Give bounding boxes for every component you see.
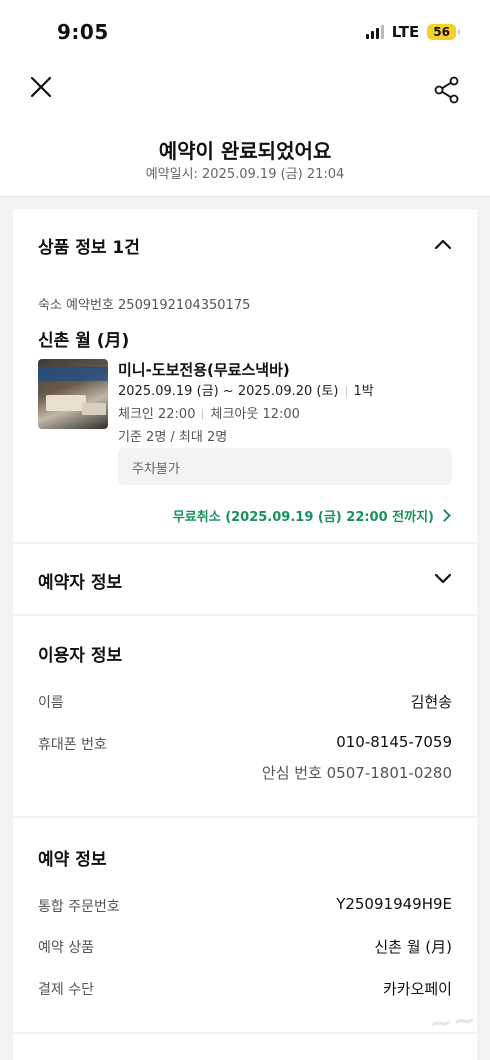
watermark-logo: ~~ [427, 1002, 478, 1041]
product-label: 예약 상품 [38, 940, 94, 956]
payment-method-value: 카카오페이 [382, 980, 452, 998]
checkin-checkout: 체크인 22:00 체크아웃 12:00 [118, 403, 300, 422]
product-value: 신촌 월 (月) [374, 938, 452, 956]
reservation-info-title: 예약 정보 [38, 850, 107, 870]
lodging-reservation-number: 숙소 예약번호 2509192104350175 [38, 298, 251, 313]
network-type: LTE [391, 23, 420, 41]
order-number-value: Y25091949H9E [336, 895, 452, 913]
chevron-up-icon[interactable] [434, 238, 452, 250]
free-cancel-link[interactable]: 무료취소 (2025.09.19 (금) 22:00 전까지) [172, 506, 451, 525]
checkout-time: 체크아웃 12:00 [210, 407, 300, 422]
stay-dates: 2025.09.19 (금) ~ 2025.09.20 (토) 1박 [118, 380, 374, 399]
room-thumbnail[interactable] [38, 359, 108, 429]
user-info-title: 이용자 정보 [38, 646, 123, 666]
parking-badge: 주차불가 [118, 448, 452, 485]
next-card-edge [13, 1034, 477, 1060]
lodging-name: 신촌 월 (月) [38, 331, 130, 351]
reservation-datetime: 예약일시: 2025.09.19 (금) 21:04 [145, 167, 345, 182]
order-number-label: 통합 주문번호 [38, 899, 120, 915]
signal-icon [365, 25, 384, 39]
product-info-card: 상품 정보 1건 숙소 예약번호 2509192104350175 신촌 월 (… [13, 209, 477, 542]
name-value: 김현송 [410, 693, 452, 711]
phone-value: 010-8145-7059 [336, 733, 452, 751]
checkin-time: 체크인 22:00 [118, 407, 196, 422]
page-title: 예약이 완료되었어요 [158, 139, 332, 163]
share-icon[interactable] [434, 76, 460, 104]
parking-label: 주차불가 [132, 462, 180, 477]
status-time: 9:05 [57, 20, 109, 44]
chevron-down-icon[interactable] [434, 573, 452, 585]
free-cancel-label: 무료취소 (2025.09.19 (금) 22:00 전까지) [172, 510, 434, 525]
name-label: 이름 [38, 695, 64, 711]
status-indicators: LTE 56 [365, 23, 460, 41]
stay-date-range: 2025.09.19 (금) ~ 2025.09.20 (토) [118, 384, 339, 399]
battery-icon: 56 [427, 24, 460, 40]
stay-nights: 1박 [353, 384, 374, 399]
booker-info-card[interactable]: 예약자 정보 [13, 544, 477, 614]
payment-method-label: 결제 수단 [38, 982, 94, 998]
reservation-info-card: 예약 정보 통합 주문번호 Y25091949H9E 예약 상품 신촌 월 (月… [13, 818, 477, 1032]
room-name: 미니-도보전용(무료스낵바) [118, 361, 290, 379]
product-info-title: 상품 정보 1건 [38, 238, 140, 258]
phone-label: 휴대폰 번호 [38, 737, 107, 753]
booker-info-title: 예약자 정보 [38, 573, 123, 593]
safe-number: 안심 번호 0507-1801-0280 [261, 764, 452, 782]
user-info-card: 이용자 정보 이름 김현송 휴대폰 번호 010-8145-7059 안심 번호… [13, 616, 477, 816]
room-capacity: 기준 2명 / 최대 2명 [118, 430, 228, 445]
chevron-right-icon [438, 509, 451, 522]
close-icon[interactable] [28, 74, 54, 100]
